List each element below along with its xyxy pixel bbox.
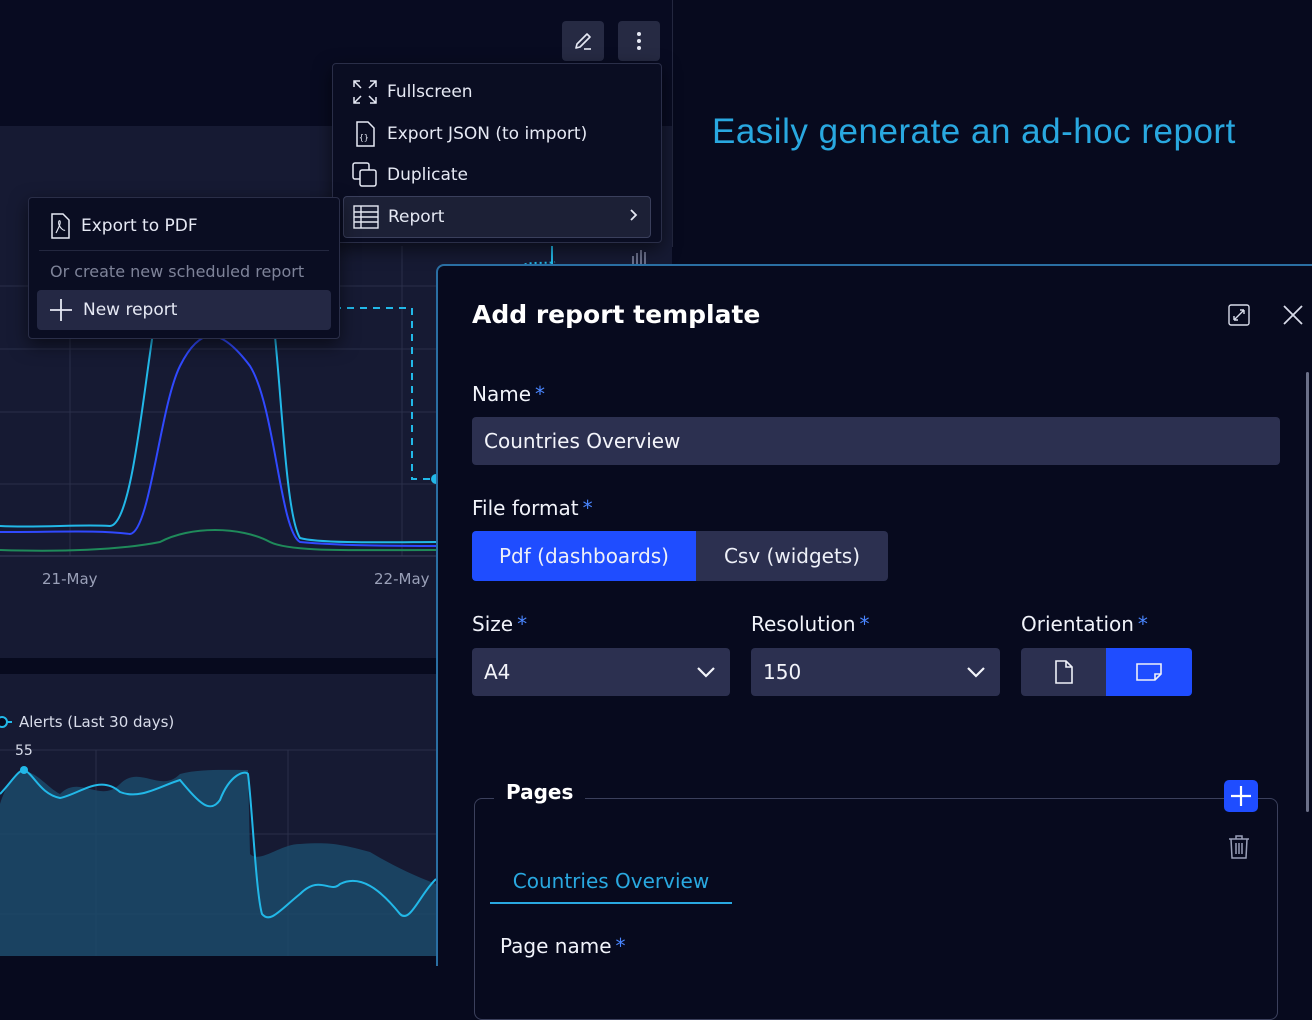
plus-icon [1231,786,1251,806]
menu-item-report[interactable]: Report [343,196,651,238]
page-tab-countries-overview[interactable]: Countries Overview [490,860,732,904]
edit-button[interactable] [562,21,604,61]
dialog-scrollbar[interactable] [1306,372,1309,812]
pencil-icon [575,33,591,50]
size-select-value: A4 [484,660,511,684]
file-format-toggle: Pdf (dashboards) Csv (widgets) [472,531,888,581]
chevron-down-icon [696,666,716,678]
resolution-select-value: 150 [763,660,802,684]
x-tick-22-may: 22-May [374,570,430,588]
add-page-button[interactable] [1224,780,1258,812]
chevron-down-icon [966,666,986,678]
landscape-page-icon [1136,663,1162,681]
menu-item-label: Duplicate [387,165,468,185]
menu-item-export-json[interactable]: {} Export JSON (to import) [343,114,651,154]
file-format-label-text: File format [472,496,579,520]
json-file-icon: {} [351,120,379,148]
required-mark: * [1137,612,1148,636]
pdf-file-icon [49,213,71,239]
trash-icon [1229,835,1249,859]
more-options-button[interactable] [618,21,660,61]
portrait-page-icon [1054,660,1073,684]
orientation-portrait-option[interactable] [1021,648,1106,696]
dialog-title: Add report template [472,300,761,329]
menu-item-label: Fullscreen [387,82,473,102]
page-name-label-text: Page name [500,934,612,958]
close-dialog-button[interactable] [1282,304,1304,330]
duplicate-icon [351,161,379,189]
export-pdf-label: Export to PDF [81,216,198,236]
kebab-icon [637,32,641,50]
required-mark: * [859,612,870,636]
orientation-landscape-option[interactable] [1106,648,1192,696]
fullscreen-icon [351,78,379,106]
menu-item-label: Export JSON (to import) [387,124,588,144]
resolution-label-text: Resolution [751,612,856,636]
name-label-text: Name [472,382,532,406]
size-select[interactable]: A4 [472,648,730,696]
required-mark: * [615,934,626,958]
pages-fieldset [474,798,1278,1020]
widget-context-menu: Fullscreen {} Export JSON (to import) Du… [332,63,662,243]
tagline: Easily generate an ad-hoc report [712,112,1236,151]
orientation-label: Orientation * [1021,612,1148,636]
required-mark: * [517,612,528,636]
expand-dialog-button[interactable] [1228,304,1250,330]
table-icon [352,203,380,231]
alerts-legend: Alerts (Last 30 days) [19,713,174,731]
file-format-label: File format * [472,496,593,520]
expand-icon [1228,304,1250,326]
resolution-label: Resolution * [751,612,870,636]
file-format-pdf-option[interactable]: Pdf (dashboards) [472,531,696,581]
chevron-right-icon [628,207,638,227]
pages-label: Pages [494,780,586,804]
plus-icon [49,298,73,322]
size-label: Size * [472,612,527,636]
delete-page-button[interactable] [1228,834,1250,864]
file-format-csv-option[interactable]: Csv (widgets) [696,531,888,581]
orientation-label-text: Orientation [1021,612,1134,636]
x-tick-21-may: 21-May [42,570,98,588]
new-report-button[interactable]: New report [37,290,331,330]
close-icon [1283,305,1303,325]
scheduled-report-hint: Or create new scheduled report [50,262,305,281]
page-name-label: Page name * [500,934,626,958]
required-mark: * [582,496,593,520]
new-report-label: New report [83,300,178,320]
name-label: Name * [472,382,545,406]
add-report-template-dialog: Add report template Name * Countries Over… [436,264,1312,1020]
menu-item-label: Report [388,207,445,227]
submenu-divider [39,250,329,251]
size-label-text: Size [472,612,514,636]
report-submenu: Export to PDF Or create new scheduled re… [28,197,340,339]
svg-text:{}: {} [359,133,369,142]
required-mark: * [535,382,546,406]
alerts-peak-label: 55 [15,743,33,759]
export-pdf-item[interactable]: Export to PDF [49,210,198,242]
menu-item-fullscreen[interactable]: Fullscreen [343,72,651,112]
resolution-select[interactable]: 150 [751,648,1000,696]
name-input[interactable]: Countries Overview [472,417,1280,465]
orientation-toggle [1021,648,1192,696]
menu-item-duplicate[interactable]: Duplicate [343,155,651,195]
